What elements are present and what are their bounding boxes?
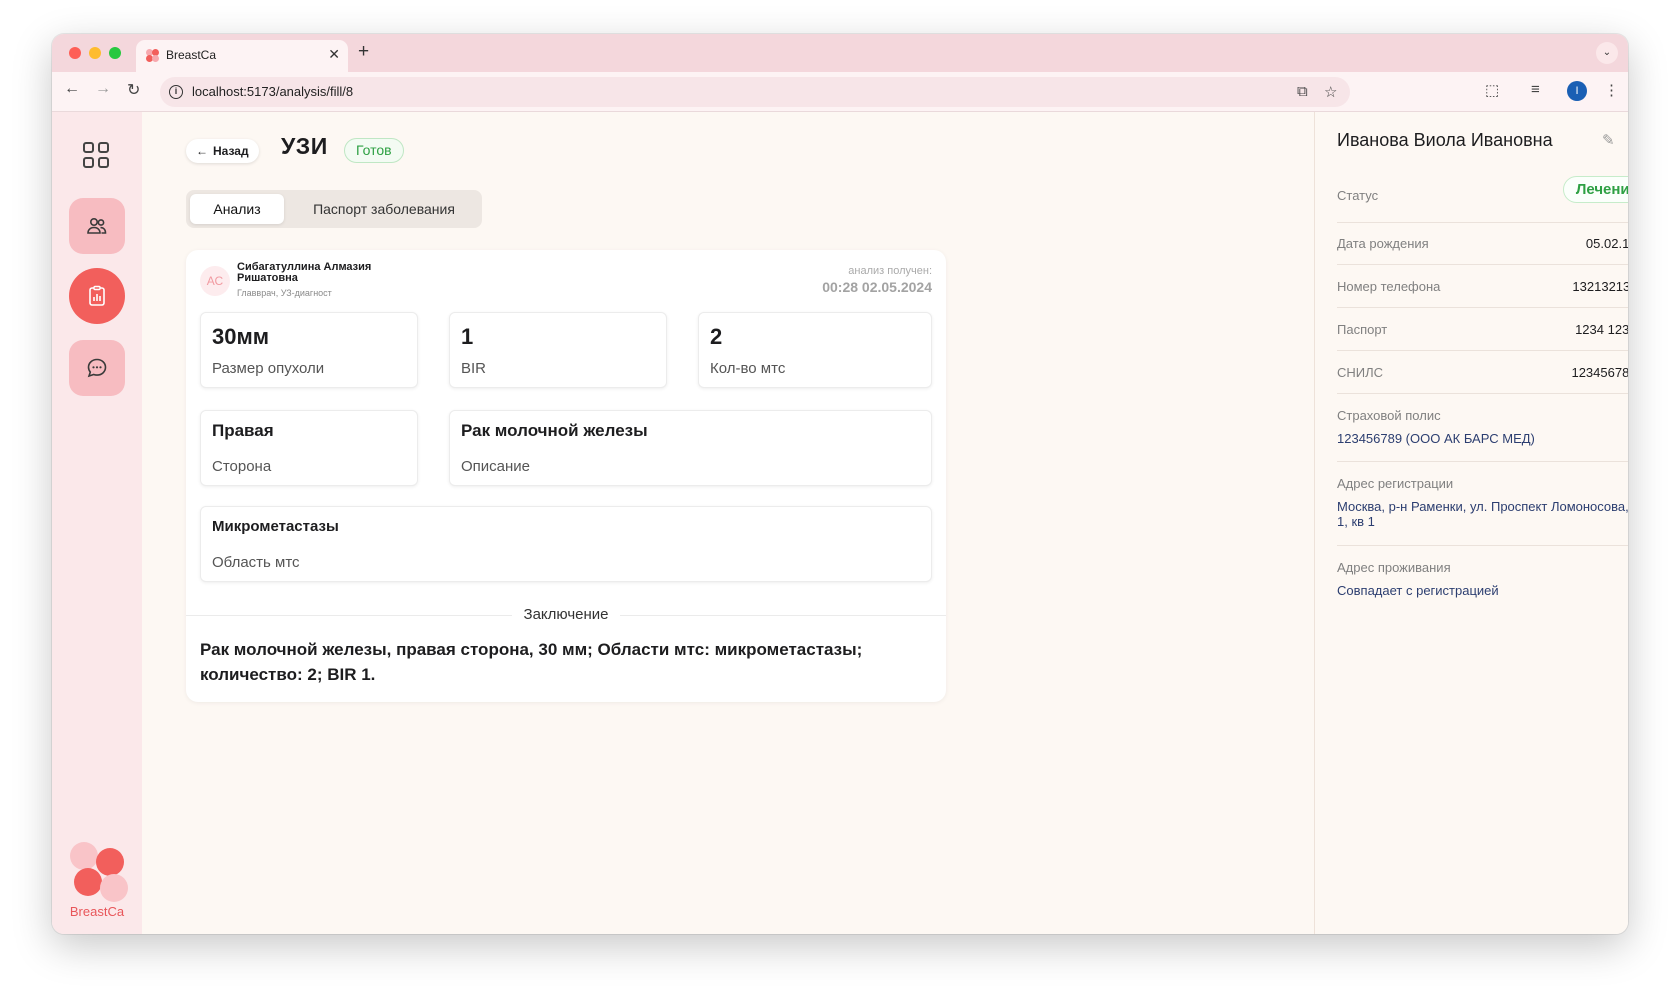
- reload-icon[interactable]: ↻: [127, 80, 140, 100]
- browser-toolbar: ← → ↻ i localhost:5173/analysis/fill/8 ⧉…: [52, 72, 1628, 112]
- row-status: Статус Лечение: [1337, 176, 1628, 203]
- row-birth-date: Дата рождения 05.02.1960: [1337, 236, 1628, 251]
- received-date: 00:28 02.05.2024: [822, 279, 932, 295]
- conclusion-title: Заключение: [511, 606, 621, 623]
- sidebar-item-patients[interactable]: [69, 198, 125, 254]
- tile-tumor-size: 30мм Размер опухоли: [200, 312, 418, 388]
- tile-caption: Область мтс: [212, 554, 300, 571]
- tile-caption: Описание: [461, 458, 531, 475]
- phone-value: 13213213112: [1572, 279, 1628, 294]
- tile-caption: Размер опухоли: [212, 360, 325, 377]
- forward-arrow-icon[interactable]: →: [95, 80, 111, 98]
- tile-value: Правая: [212, 421, 274, 440]
- tile-caption: Кол-во мтс: [710, 360, 786, 377]
- tab-analysis[interactable]: Анализ: [190, 194, 284, 224]
- tab-switcher: Анализ Паспорт заболевания: [186, 190, 482, 228]
- browser-menu-icon[interactable]: ⋮: [1604, 81, 1619, 99]
- site-info-icon[interactable]: i: [169, 85, 183, 99]
- address-bar[interactable]: i localhost:5173/analysis/fill/8 ⧉ ☆: [160, 77, 1350, 107]
- favicon-icon: [146, 49, 160, 63]
- profile-avatar[interactable]: I: [1567, 81, 1587, 101]
- page-title: УЗИ: [281, 133, 328, 159]
- tile-bir: 1 BIR: [449, 312, 667, 388]
- live-value: Совпадает с регистрацией: [1337, 583, 1499, 598]
- conclusion-text: Рак молочной железы, правая сторона, 30 …: [200, 640, 863, 684]
- patient-name: Иванова Виола Ивановна: [1337, 130, 1553, 150]
- translate-icon[interactable]: ⧉: [1297, 83, 1308, 100]
- row-policy: Страховой полис 123456789 (ООО АК БАРС М…: [1337, 408, 1628, 446]
- arrow-left-icon: ←: [196, 144, 208, 158]
- passport-value: 1234 123456: [1575, 322, 1628, 337]
- row-passport: Паспорт 1234 123456: [1337, 322, 1628, 337]
- received-label: анализ получен:: [848, 265, 932, 277]
- tile-caption: BIR: [461, 360, 487, 377]
- birth-value: 05.02.1960: [1585, 236, 1628, 251]
- back-arrow-icon[interactable]: ←: [64, 80, 80, 98]
- tab-title: BreastCa: [166, 48, 217, 62]
- users-icon: [87, 218, 107, 234]
- tab-strip: BreastCa ✕ + ⌄: [52, 34, 1628, 72]
- birth-label: Дата рождения: [1337, 236, 1429, 251]
- tab-disease-passport[interactable]: Паспорт заболевания: [290, 194, 478, 224]
- conclusion-title-wrap: Заключение: [186, 606, 946, 624]
- minimize-window-button[interactable]: [89, 47, 101, 59]
- sidebar-item-analysis[interactable]: [69, 268, 125, 324]
- row-reg-address: Адрес регистрации Москва, р-н Раменки, у…: [1337, 476, 1628, 529]
- main-content: ← Назад УЗИ Готов Анализ Паспорт заболева…: [142, 112, 1314, 934]
- snils-value: 12345678901: [1571, 365, 1628, 380]
- tile-mts-count: 2 Кол-во мтс: [698, 312, 932, 388]
- tab-search-chevron-icon[interactable]: ⌄: [1596, 42, 1618, 64]
- clipboard-chart-icon: [89, 285, 105, 306]
- chat-icon: [87, 358, 107, 378]
- tile-description: Рак молочной железы Описание: [449, 410, 932, 486]
- tile-caption: Сторона: [212, 458, 272, 475]
- browser-tab[interactable]: BreastCa ✕: [136, 40, 348, 72]
- maximize-window-button[interactable]: [109, 47, 121, 59]
- tile-value: Рак молочной железы: [461, 421, 648, 440]
- patient-panel: Иванова Виола Ивановна ✎ Статус Лечение …: [1314, 112, 1628, 934]
- tile-value: 2: [710, 324, 723, 349]
- close-window-button[interactable]: [69, 47, 81, 59]
- policy-label: Страховой полис: [1337, 408, 1441, 423]
- logo-text: BreastCa: [69, 904, 125, 919]
- sidebar: BreastCa: [52, 112, 142, 934]
- reg-label: Адрес регистрации: [1337, 476, 1454, 491]
- sidebar-item-dashboard[interactable]: [83, 142, 109, 168]
- row-phone: Номер телефона 13213213112: [1337, 279, 1628, 294]
- breastca-logo: [68, 842, 128, 902]
- sidebar-item-chat[interactable]: [69, 340, 125, 396]
- doctor-role: Главврач, УЗ-диагност: [237, 288, 332, 298]
- status-badge: Готов: [344, 138, 404, 163]
- pencil-edit-icon[interactable]: ✎: [1602, 131, 1615, 149]
- browser-window: BreastCa ✕ + ⌄ ← → ↻ i localhost:5173/an…: [52, 34, 1628, 934]
- new-tab-button[interactable]: +: [358, 41, 369, 63]
- analysis-card: АС Сибагатуллина Алмазия Ришатовна Главв…: [186, 250, 946, 702]
- bookmark-star-icon[interactable]: ☆: [1324, 83, 1337, 101]
- extensions-icon[interactable]: ⬚: [1485, 81, 1499, 99]
- back-button[interactable]: ← Назад: [186, 139, 259, 163]
- reg-value: Москва, р-н Раменки, ул. Проспект Ломоно…: [1337, 499, 1628, 529]
- address-url[interactable]: localhost:5173/analysis/fill/8: [192, 84, 353, 99]
- tile-value: Микрометастазы: [212, 518, 339, 535]
- tile-mts-area: Микрометастазы Область мтс: [200, 506, 932, 582]
- doctor-avatar: АС: [200, 266, 230, 296]
- tile-value: 1: [461, 324, 474, 349]
- live-label: Адрес проживания: [1337, 560, 1451, 575]
- grid-icon: [83, 142, 94, 153]
- doctor-name: Сибагатуллина Алмазия Ришатовна: [237, 261, 372, 284]
- row-snils: СНИЛС 12345678901: [1337, 365, 1628, 380]
- tile-value: 30мм: [212, 324, 270, 349]
- back-button-label: Назад: [213, 144, 249, 158]
- tab-close-icon[interactable]: ✕: [328, 46, 340, 63]
- treatment-status-badge: Лечение: [1562, 176, 1628, 203]
- media-queue-icon[interactable]: ≡: [1531, 81, 1540, 98]
- tile-side: Правая Сторона: [200, 410, 418, 486]
- row-live-address: Адрес проживания Совпадает с регистрацие…: [1337, 560, 1628, 598]
- policy-value: 123456789 (ООО АК БАРС МЕД): [1337, 431, 1535, 446]
